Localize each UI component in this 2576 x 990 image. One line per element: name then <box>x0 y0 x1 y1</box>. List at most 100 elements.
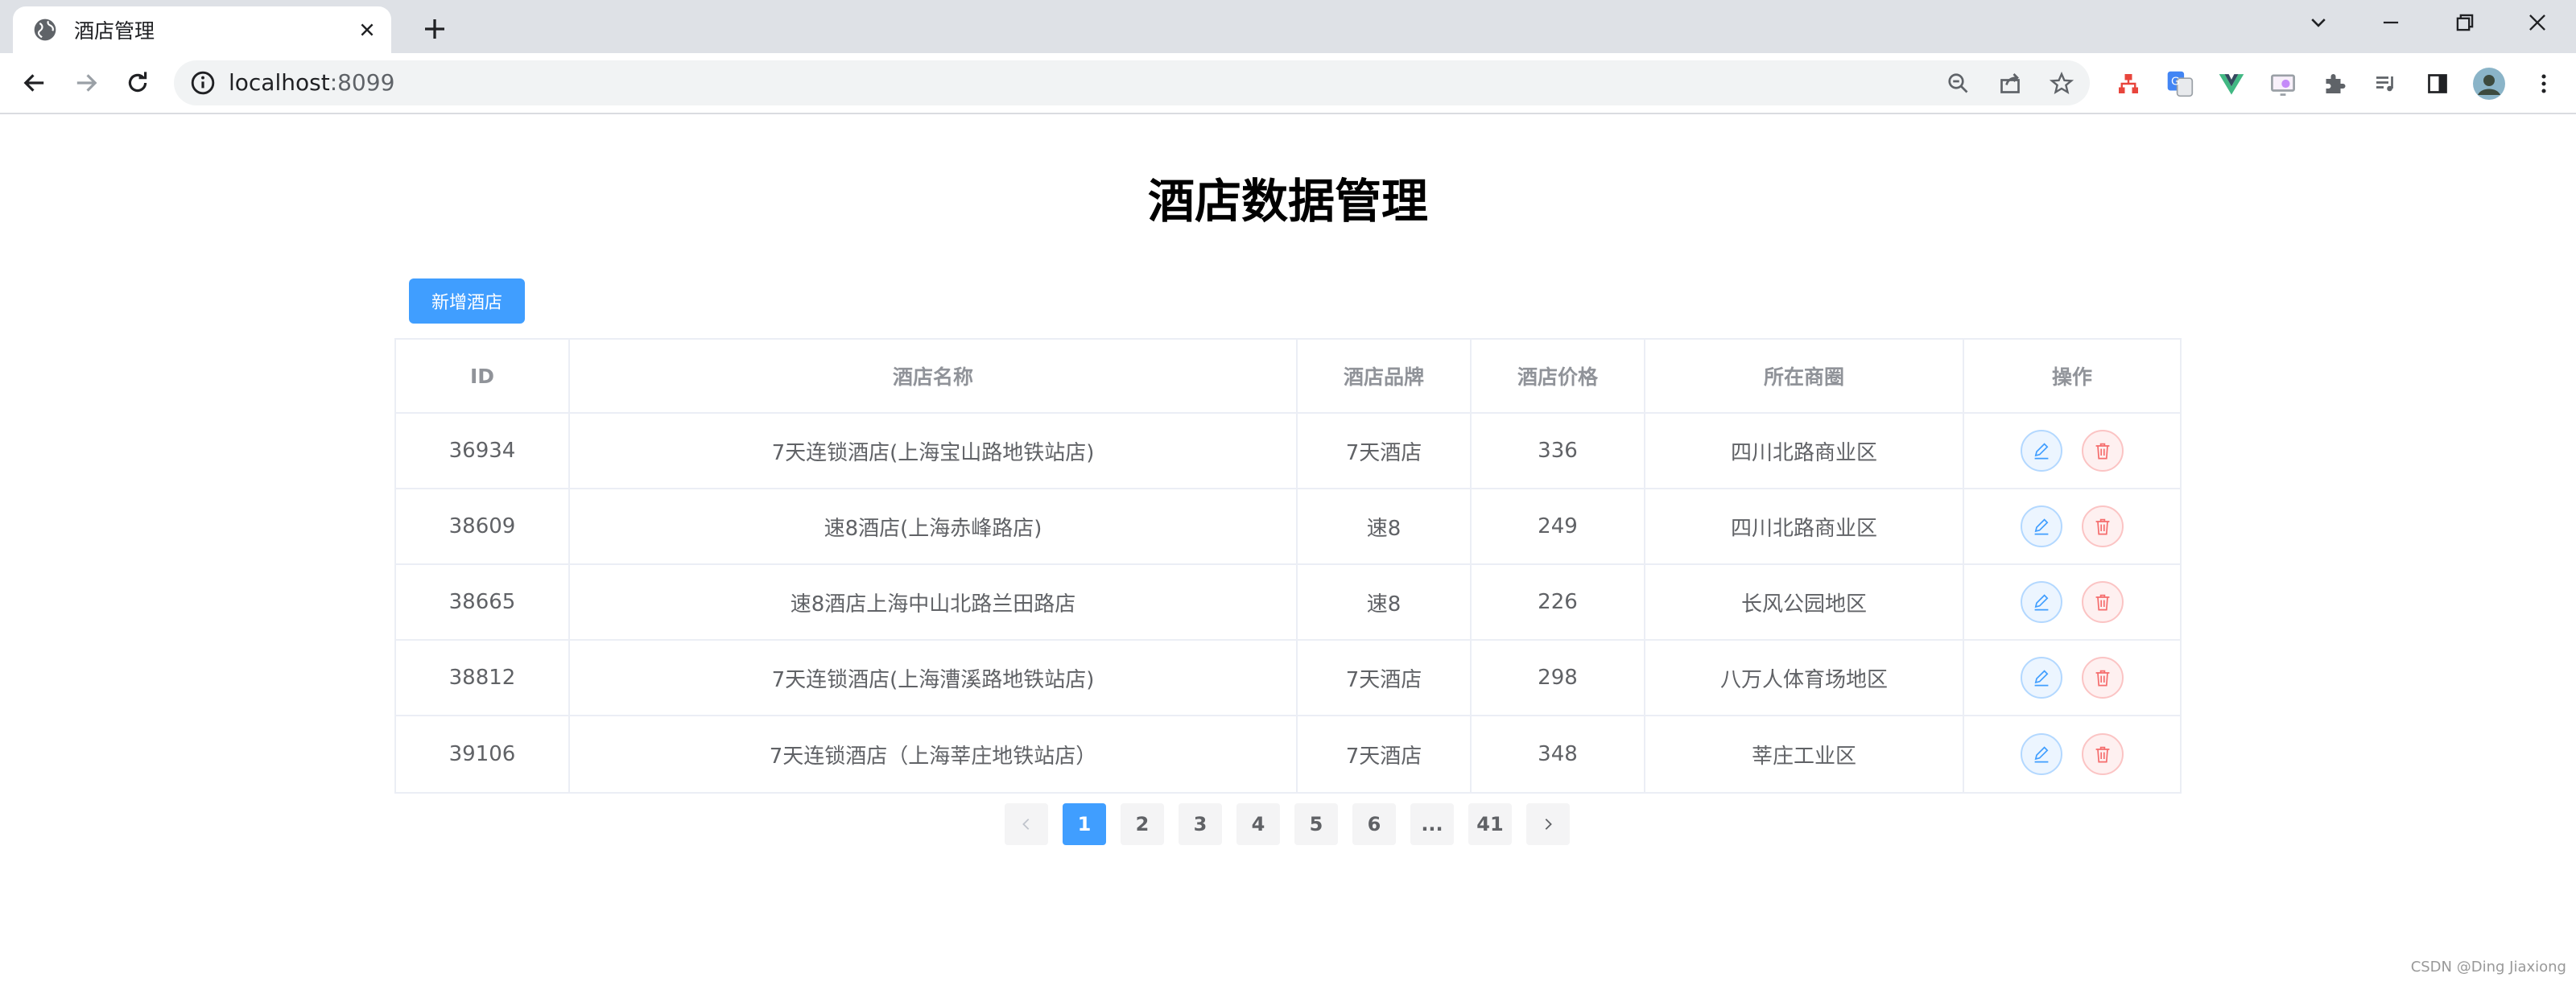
trash-icon <box>2095 443 2110 460</box>
cell-hotel-name: 7天连锁酒店(上海宝山路地铁站店) <box>570 414 1298 488</box>
next-page-button[interactable] <box>1526 803 1570 845</box>
cell-hotel-brand: 速8 <box>1298 489 1472 563</box>
trash-icon <box>2095 518 2110 535</box>
page-5[interactable]: 5 <box>1294 803 1338 845</box>
cell-id: 38609 <box>396 489 570 563</box>
delete-button[interactable] <box>2082 505 2124 547</box>
cell-business-area: 四川北路商业区 <box>1645 489 1964 563</box>
cell-id: 39106 <box>396 716 570 792</box>
cell-business-area: 莘庄工业区 <box>1645 716 1964 792</box>
url-port: :8099 <box>329 69 395 96</box>
trash-icon <box>2095 594 2110 611</box>
page-6[interactable]: 6 <box>1352 803 1396 845</box>
cell-hotel-name: 速8酒店上海中山北路兰田路店 <box>570 565 1298 639</box>
cell-operations <box>1964 641 2180 715</box>
edit-button[interactable] <box>2021 581 2062 623</box>
cell-id: 36934 <box>396 414 570 488</box>
translate-extension-icon[interactable]: G <box>2164 68 2196 100</box>
cell-hotel-brand: 速8 <box>1298 565 1472 639</box>
more-pages[interactable]: ... <box>1410 803 1454 845</box>
cell-hotel-price: 348 <box>1472 716 1645 792</box>
header-operations: 操作 <box>2051 365 2092 389</box>
cell-id: 38665 <box>396 565 570 639</box>
watermark: CSDN @Ding Jiaxiong <box>2410 959 2566 976</box>
edit-icon <box>2034 746 2049 763</box>
cell-business-area: 长风公园地区 <box>1645 565 1964 639</box>
edit-button[interactable] <box>2021 430 2062 472</box>
address-bar[interactable]: localhost:8099 <box>174 60 2090 105</box>
delete-button[interactable] <box>2082 581 2124 623</box>
trash-icon <box>2095 670 2110 687</box>
header-hotel-price: 酒店价格 <box>1472 340 1645 412</box>
edit-button[interactable] <box>2021 505 2062 547</box>
cell-business-area: 四川北路商业区 <box>1645 414 1964 488</box>
browser-menu-icon[interactable] <box>2528 68 2560 100</box>
extensions-puzzle-icon[interactable] <box>2318 68 2351 100</box>
page-4[interactable]: 4 <box>1236 803 1280 845</box>
browser-toolbar: localhost:8099 G <box>0 53 2576 114</box>
zoom-icon[interactable] <box>1945 70 1972 97</box>
share-icon[interactable] <box>1996 70 2024 97</box>
edit-icon <box>2034 443 2049 460</box>
page-1[interactable]: 1 <box>1063 803 1106 845</box>
page-title: 酒店数据管理 <box>1147 174 1428 229</box>
reload-icon[interactable] <box>119 64 156 101</box>
new-tab-icon[interactable] <box>417 11 452 47</box>
site-info-icon[interactable] <box>190 70 216 96</box>
cell-business-area: 八万人体育场地区 <box>1645 641 1964 715</box>
table-row: 38609 速8酒店(上海赤峰路店) 速8 249 四川北路商业区 <box>396 489 2180 565</box>
forward-icon[interactable] <box>68 64 105 101</box>
cell-hotel-price: 336 <box>1472 414 1645 488</box>
cell-hotel-brand: 7天酒店 <box>1298 716 1472 792</box>
screen-capture-extension-icon[interactable] <box>2267 68 2299 100</box>
cell-operations <box>1964 489 2180 563</box>
header-id: ID <box>396 340 570 412</box>
vue-devtools-icon[interactable] <box>2215 68 2248 100</box>
minimize-icon[interactable] <box>2368 6 2413 39</box>
side-panel-icon[interactable] <box>2421 68 2454 100</box>
header-hotel-brand: 酒店品牌 <box>1298 340 1472 412</box>
url-text: localhost:8099 <box>229 70 394 96</box>
cell-operations <box>1964 414 2180 488</box>
page-3[interactable]: 3 <box>1179 803 1222 845</box>
back-icon[interactable] <box>16 64 53 101</box>
edit-button[interactable] <box>2021 733 2062 775</box>
browser-tab[interactable]: 酒店管理 <box>13 6 391 53</box>
close-window-icon[interactable] <box>2515 6 2560 39</box>
prev-page-button[interactable] <box>1005 803 1048 845</box>
cell-hotel-price: 249 <box>1472 489 1645 563</box>
media-control-icon[interactable] <box>2370 68 2402 100</box>
table-row: 36934 7天连锁酒店(上海宝山路地铁站店) 7天酒店 336 四川北路商业区 <box>396 414 2180 489</box>
trash-icon <box>2095 746 2110 763</box>
delete-button[interactable] <box>2082 430 2124 472</box>
header-hotel-name: 酒店名称 <box>570 340 1298 412</box>
page-2[interactable]: 2 <box>1121 803 1164 845</box>
svg-text:G: G <box>2171 76 2180 89</box>
tab-close-icon[interactable] <box>353 15 382 44</box>
cell-hotel-price: 226 <box>1472 565 1645 639</box>
cell-hotel-name: 速8酒店(上海赤峰路店) <box>570 489 1298 563</box>
cell-hotel-brand: 7天酒店 <box>1298 641 1472 715</box>
globe-icon <box>34 19 56 41</box>
restore-icon[interactable] <box>2442 6 2487 39</box>
url-host: localhost <box>229 69 330 96</box>
page-41[interactable]: 41 <box>1468 803 1512 845</box>
cell-operations <box>1964 716 2180 792</box>
edit-button[interactable] <box>2021 657 2062 699</box>
add-hotel-button[interactable]: 新增酒店 <box>409 278 525 324</box>
hotel-table: ID 酒店名称 酒店品牌 酒店价格 所在商圈 操作 36934 7天连锁酒店(上… <box>394 338 2182 794</box>
cell-hotel-name: 7天连锁酒店(上海漕溪路地铁站店) <box>570 641 1298 715</box>
cell-hotel-name: 7天连锁酒店（上海莘庄地铁站店） <box>570 716 1298 792</box>
profile-avatar[interactable] <box>2473 68 2505 100</box>
table-row: 39106 7天连锁酒店（上海莘庄地铁站店） 7天酒店 348 莘庄工业区 <box>396 716 2180 792</box>
edit-icon <box>2034 594 2049 611</box>
delete-button[interactable] <box>2082 733 2124 775</box>
cell-id: 38812 <box>396 641 570 715</box>
extension-hierarchy-icon[interactable] <box>2112 68 2145 100</box>
tab-title: 酒店管理 <box>74 19 155 43</box>
cell-hotel-brand: 7天酒店 <box>1298 414 1472 488</box>
cell-operations <box>1964 565 2180 639</box>
delete-button[interactable] <box>2082 657 2124 699</box>
tab-search-icon[interactable] <box>2296 6 2341 39</box>
bookmark-star-icon[interactable] <box>2048 70 2075 97</box>
